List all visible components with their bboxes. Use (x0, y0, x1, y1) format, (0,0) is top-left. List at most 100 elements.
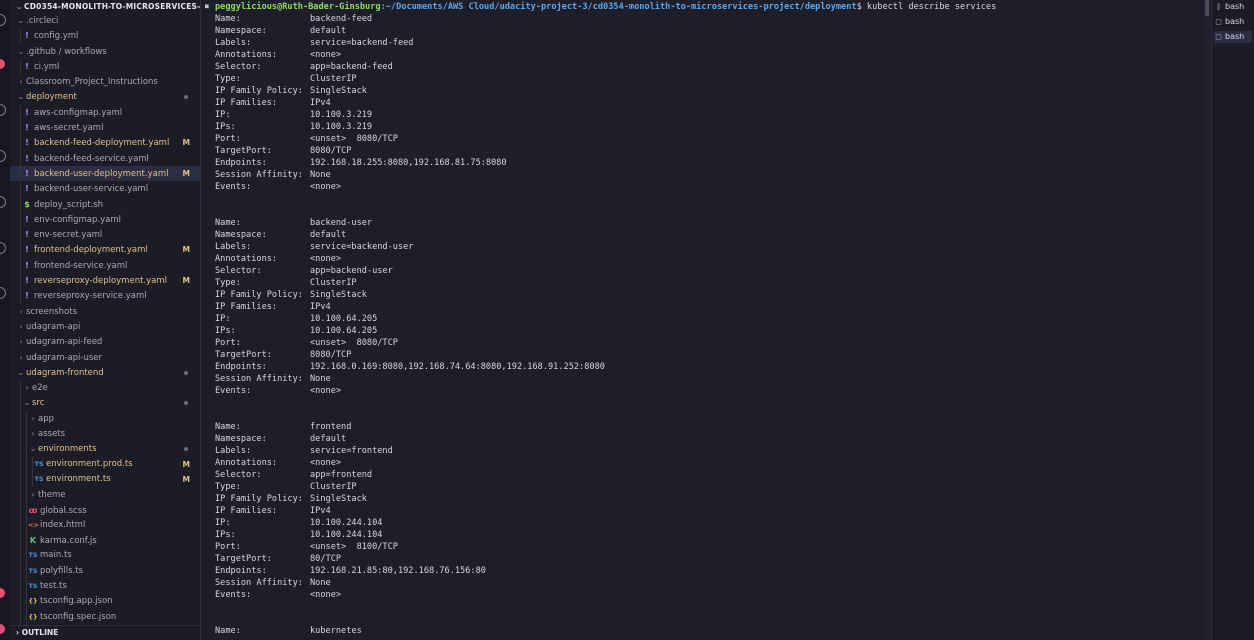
tree-file[interactable]: <>index.html (10, 517, 200, 534)
field-value: default (310, 434, 347, 444)
activity-icon[interactable] (0, 242, 6, 254)
tree-file[interactable]: TS polyfills.ts (10, 563, 200, 579)
tree-item-label: backend-user-deployment.yaml (34, 168, 169, 179)
field-key: Name: (215, 626, 241, 636)
tree-folder[interactable]: ⌄ udagram-frontend (10, 365, 200, 380)
tree-file[interactable]: ! env-secret.yaml (10, 227, 200, 243)
terminal-tab[interactable]: ▢ bash (1214, 31, 1252, 43)
terminal-icon: ▢ (1215, 33, 1222, 41)
tree-folder[interactable]: ⌄ .github / workflows (10, 44, 200, 59)
tree-folder[interactable]: ⌄ .circleci (10, 13, 200, 28)
tree-file[interactable]: {} tsconfig.app.json (10, 594, 200, 610)
tree-folder[interactable]: › udagram-api (10, 319, 200, 334)
indent-guide (20, 609, 21, 625)
field-key: Port: (215, 338, 241, 348)
tree-folder[interactable]: › Classroom_Project_Instructions (10, 74, 200, 89)
tree-file[interactable]: ! ci.yml (10, 58, 200, 75)
split-terminal-icon: ⫿ (1217, 3, 1220, 11)
field-value: ClusterIP (310, 278, 357, 288)
activity-icon[interactable] (0, 150, 6, 162)
terminal-tab[interactable]: ▢ bash (1214, 16, 1252, 28)
modified-dot-icon (184, 95, 188, 100)
chevron-down-icon: ⌄ (17, 92, 25, 102)
field-key: IPs: (215, 530, 236, 540)
tree-folder[interactable]: › udagram-api-user (10, 350, 200, 365)
tree-folder[interactable]: ⌄ environments (10, 441, 200, 457)
tree-file[interactable]: ꝏ global.scss (10, 502, 200, 518)
tree-file[interactable]: ! reverseproxy-service.yaml (10, 288, 200, 304)
activity-icon[interactable] (0, 104, 6, 116)
tree-file[interactable]: ! aws-configmap.yaml (10, 104, 200, 121)
tree-file[interactable]: $ deploy_script.sh (10, 196, 200, 212)
tree-folder[interactable]: › theme (10, 487, 200, 503)
file-type-icon: ! (25, 168, 29, 178)
indent-guide (26, 487, 27, 503)
tree-file[interactable]: {} tsconfig.spec.json (10, 609, 200, 625)
indent-guide (20, 181, 21, 197)
tree-folder[interactable]: › app (10, 410, 200, 427)
tree-item-label: udagram-frontend (26, 367, 104, 378)
chevron-down-icon: ⌄ (17, 16, 25, 25)
field-key: Annotations: (215, 254, 278, 264)
explorer-project-header[interactable]: ⌄CD0354-MONOLITH-TO-MICROSERVICES-PRO... (10, 0, 200, 13)
file-type-icon: {} (28, 612, 38, 621)
field-value: default (310, 230, 347, 240)
service-field-line: Endpoints: 192.168.0.169:8080,192.168.74.… (215, 361, 605, 373)
activity-icon[interactable] (0, 196, 6, 208)
terminal-scrollbar[interactable] (1204, 0, 1210, 640)
field-value: None (310, 578, 331, 588)
outline-section-header[interactable]: › OUTLINE (10, 625, 200, 640)
file-type-icon: ! (25, 107, 29, 117)
tree-file[interactable]: TS main.ts (10, 548, 200, 564)
field-value: frontend (310, 422, 352, 432)
modified-dot-icon (184, 370, 188, 375)
tree-file[interactable]: ! backend-feed-service.yaml (10, 150, 200, 166)
indent-guide (26, 609, 27, 625)
tree-folder[interactable]: › e2e (10, 380, 200, 396)
tree-folder[interactable]: ⌄ src (10, 395, 200, 411)
field-value: service=backend-feed (310, 38, 414, 48)
service-field-line: Labels: service=backend-user (215, 241, 413, 253)
tree-file[interactable]: TS environment.ts M (10, 471, 200, 488)
field-key: Selector: (215, 470, 262, 480)
field-value: <none> (310, 254, 342, 264)
tree-file[interactable]: TS environment.prod.ts M (10, 456, 200, 472)
tree-file[interactable]: Kkarma.conf.js (10, 533, 200, 549)
service-field-line: Events: <none> (215, 589, 341, 601)
tree-file[interactable]: ! reverseproxy-deployment.yaml M (10, 273, 200, 289)
field-key: IP: (215, 110, 231, 120)
tree-file[interactable]: TS test.ts (10, 578, 200, 595)
tree-file[interactable]: ! backend-feed-deployment.yaml M (10, 135, 200, 151)
tree-file[interactable]: ! env-configmap.yaml (10, 211, 200, 228)
activity-icon[interactable] (0, 14, 6, 26)
tree-folder[interactable]: ⌄ deployment (10, 89, 200, 104)
tree-item-label: src (32, 398, 45, 409)
tree-item-label: e2e (32, 383, 48, 394)
chevron-down-icon: ⌄ (17, 367, 25, 377)
service-field-line: TargetPort: 8080/TCP (215, 349, 351, 361)
tree-file[interactable]: ! aws-secret.yaml (10, 120, 200, 136)
terminal-panel[interactable]: ■ peggylicious@Ruth-Bader-Ginsburg:~/Docu… (201, 0, 1210, 640)
terminal-scrollbar-thumb[interactable] (1205, 0, 1209, 16)
tree-folder[interactable]: › assets (10, 426, 200, 442)
tree-file[interactable]: ! frontend-service.yaml (10, 257, 200, 274)
tree-file[interactable]: ! backend-user-deployment.yaml M (10, 165, 200, 182)
file-type-icon: ! (25, 214, 29, 224)
tree-item-label: backend-user-service.yaml (34, 184, 149, 195)
terminal-tab[interactable]: ⫿ bash (1214, 1, 1252, 13)
tree-item-label: reverseproxy-service.yaml (34, 291, 147, 302)
activity-icon[interactable] (0, 287, 6, 299)
tree-item-label: backend-feed-service.yaml (34, 153, 149, 164)
tree-file[interactable]: ! backend-user-service.yaml (10, 181, 200, 197)
tree-file[interactable]: ! config.yml (10, 28, 200, 44)
tree-item-label: Classroom_Project_Instructions (26, 77, 158, 88)
service-field-line: IP: 10.100.3.219 (215, 109, 372, 121)
tree-item-label: udagram-api-user (26, 352, 103, 363)
field-key: Endpoints: (215, 566, 267, 576)
file-type-icon: ! (25, 61, 29, 71)
chevron-down-icon: ⌄ (16, 2, 23, 11)
tree-folder[interactable]: › screenshots (10, 304, 200, 319)
terminal-tab-list: ⫿ bash ▢ bash ▢ bash (1211, 0, 1254, 640)
tree-file[interactable]: ! frontend-deployment.yaml M (10, 242, 200, 258)
tree-folder[interactable]: › udagram-api-feed (10, 334, 200, 349)
